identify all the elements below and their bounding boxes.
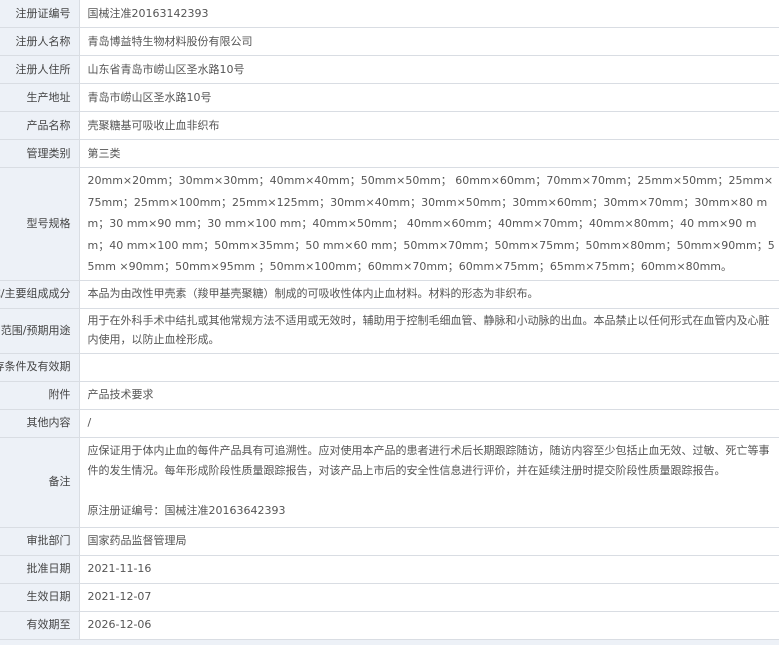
label-effective-date: 生效日期	[0, 583, 80, 612]
row-class: 管理类别 第三类	[0, 139, 779, 168]
row-expiry-date: 有效期至 2026-12-06	[0, 611, 779, 640]
registration-table: 注册证编号 国械注准20163142393 注册人名称 青岛博益特生物材料股份有…	[0, 0, 779, 640]
value-intended-use: 用于在外科手术中结扎或其他常规方法不适用或无效时，辅助用于控制毛细血管、静脉和小…	[79, 308, 779, 354]
row-composition: 结构及组成/主要组成成分 本品为由改性甲壳素（羧甲基壳聚糖）制成的可吸收性体内止…	[0, 280, 779, 309]
label-attachment: 附件	[0, 381, 80, 410]
value-other: /	[79, 409, 779, 438]
row-authority: 审批部门 国家药品监督管理局	[0, 527, 779, 556]
row-product-name: 产品名称 壳聚糖基可吸收止血非织布	[0, 111, 779, 140]
row-effective-date: 生效日期 2021-12-07	[0, 583, 779, 612]
label-composition: 结构及组成/主要组成成分	[0, 280, 80, 309]
row-approval-date: 批准日期 2021-11-16	[0, 555, 779, 584]
value-authority: 国家药品监督管理局	[79, 527, 779, 556]
label-intended-use: 适用范围/预期用途	[0, 308, 80, 354]
value-registrant: 青岛博益特生物材料股份有限公司	[79, 27, 779, 56]
remarks-original-reg: 原注册证编号：国械注准20163642393	[87, 503, 286, 517]
value-effective-date: 2021-12-07	[79, 583, 779, 612]
value-storage	[79, 353, 779, 382]
value-class: 第三类	[79, 139, 779, 168]
label-approval-date: 批准日期	[0, 555, 80, 584]
label-production: 生产地址	[0, 83, 80, 112]
value-product-name: 壳聚糖基可吸收止血非织布	[79, 111, 779, 140]
bottom-bar	[0, 639, 779, 645]
value-composition: 本品为由改性甲壳素（羧甲基壳聚糖）制成的可吸收性体内止血材料。材料的形态为非织布…	[79, 280, 779, 309]
label-address: 注册人住所	[0, 55, 80, 84]
remarks-text: 应保证用于体内止血的每件产品具有可追溯性。应对使用本产品的患者进行术后长期跟踪随…	[87, 443, 770, 477]
label-expiry-date: 有效期至	[0, 611, 80, 640]
label-storage: 产品储存条件及有效期	[0, 353, 80, 382]
label-authority: 审批部门	[0, 527, 80, 556]
label-product-name: 产品名称	[0, 111, 80, 140]
value-attachment: 产品技术要求	[79, 381, 779, 410]
row-registrant: 注册人名称 青岛博益特生物材料股份有限公司	[0, 27, 779, 56]
value-production: 青岛市崂山区圣水路10号	[79, 83, 779, 112]
value-model: 20mm×20mm；30mm×30mm；40mm×40mm；50mm×50mm；…	[79, 167, 779, 281]
value-approval-date: 2021-11-16	[79, 555, 779, 584]
row-attachment: 附件 产品技术要求	[0, 381, 779, 410]
label-reg-no: 注册证编号	[0, 0, 80, 28]
row-address: 注册人住所 山东省青岛市崂山区圣水路10号	[0, 55, 779, 84]
row-storage: 产品储存条件及有效期	[0, 353, 779, 382]
value-address: 山东省青岛市崂山区圣水路10号	[79, 55, 779, 84]
row-other: 其他内容 /	[0, 409, 779, 438]
row-production: 生产地址 青岛市崂山区圣水路10号	[0, 83, 779, 112]
label-class: 管理类别	[0, 139, 80, 168]
row-reg-no: 注册证编号 国械注准20163142393	[0, 0, 779, 28]
row-intended-use: 适用范围/预期用途 用于在外科手术中结扎或其他常规方法不适用或无效时，辅助用于控…	[0, 308, 779, 354]
value-reg-no: 国械注准20163142393	[79, 0, 779, 28]
row-remarks: 备注 应保证用于体内止血的每件产品具有可追溯性。应对使用本产品的患者进行术后长期…	[0, 437, 779, 528]
value-remarks: 应保证用于体内止血的每件产品具有可追溯性。应对使用本产品的患者进行术后长期跟踪随…	[79, 437, 779, 528]
remarks-gap	[88, 481, 779, 501]
label-remarks: 备注	[0, 437, 80, 528]
label-model: 型号规格	[0, 167, 80, 281]
value-expiry-date: 2026-12-06	[79, 611, 779, 640]
row-model: 型号规格 20mm×20mm；30mm×30mm；40mm×40mm；50mm×…	[0, 167, 779, 281]
label-other: 其他内容	[0, 409, 80, 438]
label-registrant: 注册人名称	[0, 27, 80, 56]
